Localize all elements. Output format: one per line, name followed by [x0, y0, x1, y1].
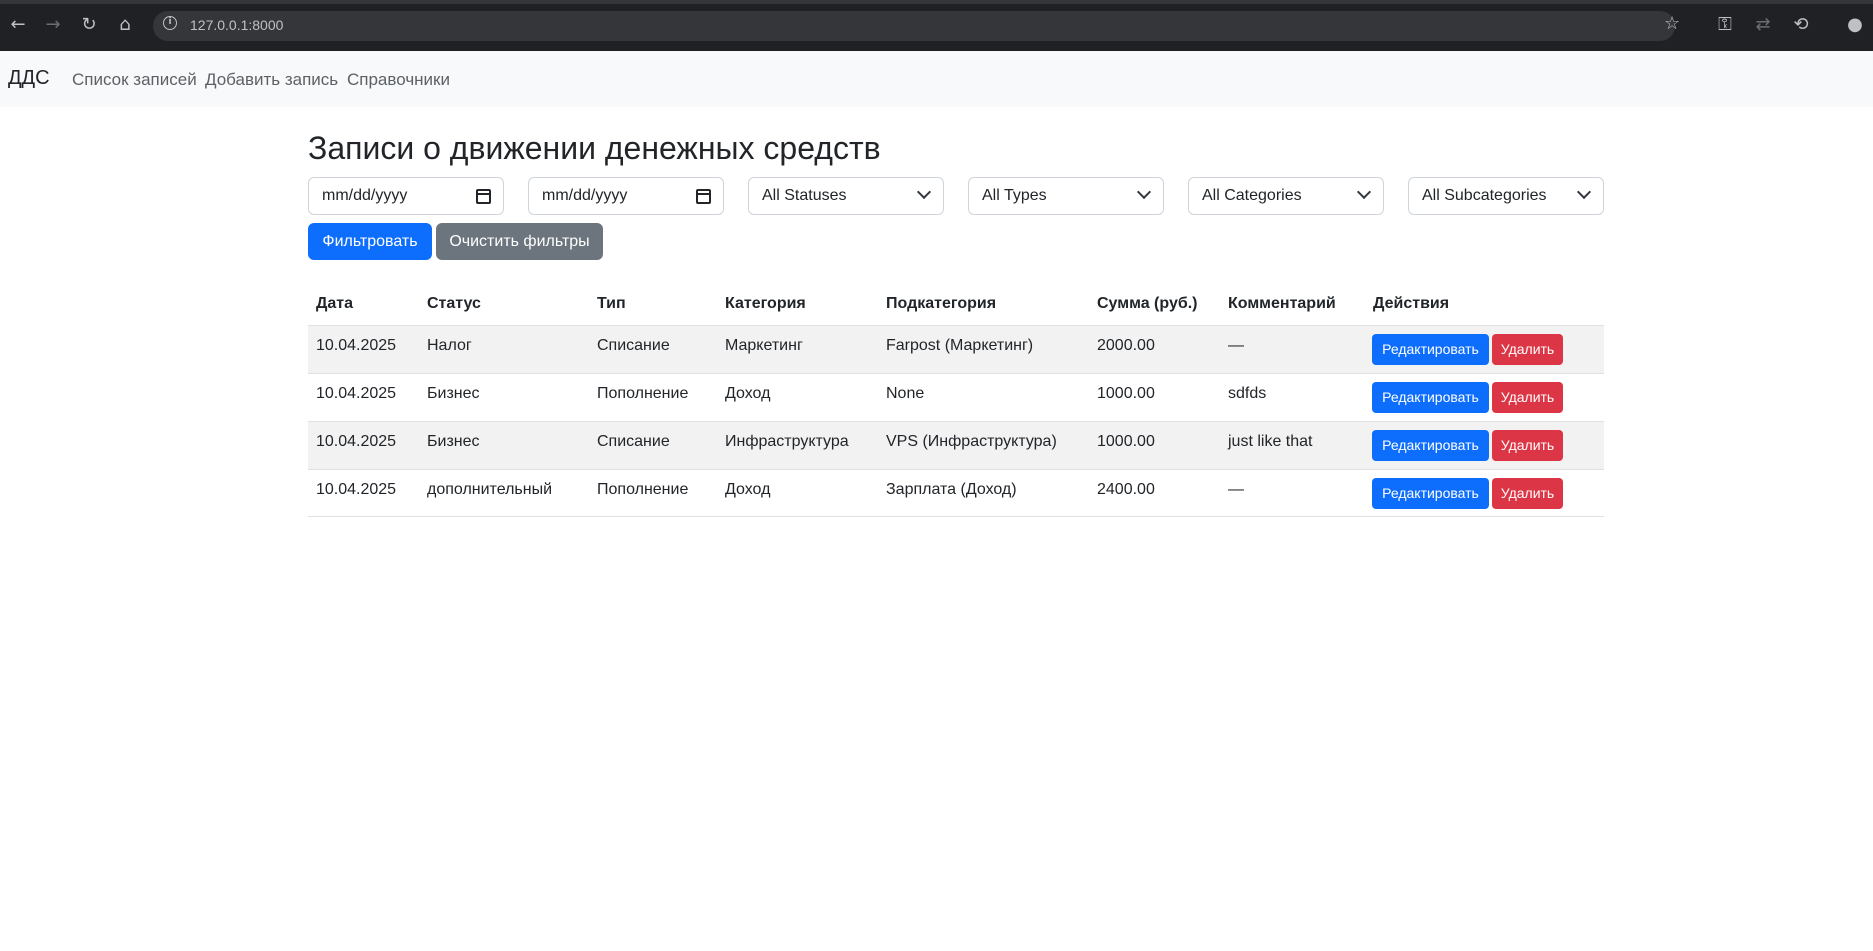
type-select[interactable]: All Types: [968, 177, 1164, 215]
cell-subcategory: Зарплата (Доход): [886, 481, 1017, 498]
type-select-value: All Types: [982, 187, 1047, 204]
date-to-input[interactable]: mm/dd/yyyy: [528, 177, 724, 215]
nav-link-add-record[interactable]: Добавить запись: [205, 70, 338, 90]
chevron-down-icon: [1356, 184, 1372, 200]
profile-icon[interactable]: ●: [1843, 13, 1867, 37]
info-icon[interactable]: i: [163, 16, 177, 30]
nav-link-records-list[interactable]: Список записей: [72, 70, 197, 90]
cell-subcategory: Farpost (Маркетинг): [886, 337, 1034, 354]
cell-type: Списание: [597, 433, 670, 450]
subcategory-select[interactable]: All Subcategories: [1408, 177, 1604, 215]
nav-link-directories[interactable]: Справочники: [347, 70, 450, 90]
cell-type: Списание: [597, 337, 670, 354]
page-title: Записи о движении денежных средств: [308, 130, 881, 166]
cell-amount: 2400.00: [1097, 481, 1155, 498]
cell-status: Налог: [427, 337, 472, 354]
subcategory-select-value: All Subcategories: [1422, 187, 1547, 204]
cell-comment: —: [1228, 337, 1244, 354]
table-row: 10.04.2025 Налог Списание Маркетинг Farp…: [308, 325, 1604, 373]
cell-date: 10.04.2025: [316, 481, 397, 498]
table-row: 10.04.2025 Бизнес Пополнение Доход None …: [308, 373, 1604, 421]
navbar-brand[interactable]: ДДС: [8, 67, 50, 90]
history-icon[interactable]: ⟲: [1789, 13, 1813, 37]
table-row: 10.04.2025 дополнительный Пополнение Дох…: [308, 469, 1604, 517]
translate-icon[interactable]: ⇄: [1751, 13, 1775, 37]
forward-icon[interactable]: →: [41, 13, 65, 37]
status-select-value: All Statuses: [762, 187, 847, 204]
cell-comment: —: [1228, 481, 1244, 498]
reload-icon[interactable]: ↻: [77, 13, 101, 37]
cell-subcategory: VPS (Инфраструктура): [886, 433, 1057, 450]
col-header-comment: Комментарий: [1228, 295, 1336, 312]
cell-amount: 1000.00: [1097, 433, 1155, 450]
cell-status: Бизнес: [427, 433, 480, 450]
col-header-category: Категория: [725, 295, 806, 312]
category-select-value: All Categories: [1202, 187, 1302, 204]
cell-category: Доход: [725, 385, 771, 402]
key-icon[interactable]: ⚿: [1713, 13, 1737, 37]
back-icon[interactable]: ←: [6, 13, 30, 37]
col-header-date: Дата: [316, 295, 354, 312]
clear-filters-button[interactable]: Очистить фильтры: [436, 223, 603, 260]
cell-comment: just like that: [1228, 433, 1313, 450]
edit-button[interactable]: Редактировать: [1372, 382, 1489, 413]
calendar-icon[interactable]: [696, 189, 711, 204]
cell-type: Пополнение: [597, 481, 689, 498]
delete-button[interactable]: Удалить: [1492, 382, 1563, 413]
col-header-status: Статус: [427, 295, 481, 312]
home-icon[interactable]: ⌂: [113, 13, 137, 37]
delete-button[interactable]: Удалить: [1492, 430, 1563, 461]
status-select[interactable]: All Statuses: [748, 177, 944, 215]
tab-strip-edge: [0, 0, 1873, 4]
address-url[interactable]: 127.0.0.1:8000: [190, 17, 283, 33]
cell-category: Маркетинг: [725, 337, 803, 354]
address-bar[interactable]: [153, 11, 1675, 41]
category-select[interactable]: All Categories: [1188, 177, 1384, 215]
cell-amount: 1000.00: [1097, 385, 1155, 402]
cell-category: Доход: [725, 481, 771, 498]
cell-amount: 2000.00: [1097, 337, 1155, 354]
cell-date: 10.04.2025: [316, 385, 397, 402]
table-row: 10.04.2025 Бизнес Списание Инфраструктур…: [308, 421, 1604, 469]
delete-button[interactable]: Удалить: [1492, 334, 1563, 365]
cell-comment: sdfds: [1228, 385, 1267, 402]
cell-type: Пополнение: [597, 385, 689, 402]
col-header-amount: Сумма (руб.): [1097, 295, 1198, 312]
date-from-input[interactable]: mm/dd/yyyy: [308, 177, 504, 215]
cell-date: 10.04.2025: [316, 337, 397, 354]
cell-subcategory: None: [886, 385, 925, 402]
date-to-placeholder: mm/dd/yyyy: [542, 187, 628, 204]
edit-button[interactable]: Редактировать: [1372, 430, 1489, 461]
col-header-actions: Действия: [1373, 295, 1450, 312]
chevron-down-icon: [1576, 184, 1592, 200]
date-from-placeholder: mm/dd/yyyy: [322, 187, 408, 204]
chevron-down-icon: [916, 184, 932, 200]
cell-status: дополнительный: [427, 481, 553, 498]
calendar-icon[interactable]: [476, 189, 491, 204]
cell-category: Инфраструктура: [725, 433, 849, 450]
cell-status: Бизнес: [427, 385, 480, 402]
col-header-subcategory: Подкатегория: [886, 295, 997, 312]
cell-date: 10.04.2025: [316, 433, 397, 450]
chevron-down-icon: [1136, 184, 1152, 200]
col-header-type: Тип: [597, 295, 626, 312]
edit-button[interactable]: Редактировать: [1372, 334, 1489, 365]
edit-button[interactable]: Редактировать: [1372, 478, 1489, 509]
delete-button[interactable]: Удалить: [1492, 478, 1563, 509]
filter-button[interactable]: Фильтровать: [308, 223, 432, 260]
star-icon[interactable]: ☆: [1664, 13, 1680, 34]
